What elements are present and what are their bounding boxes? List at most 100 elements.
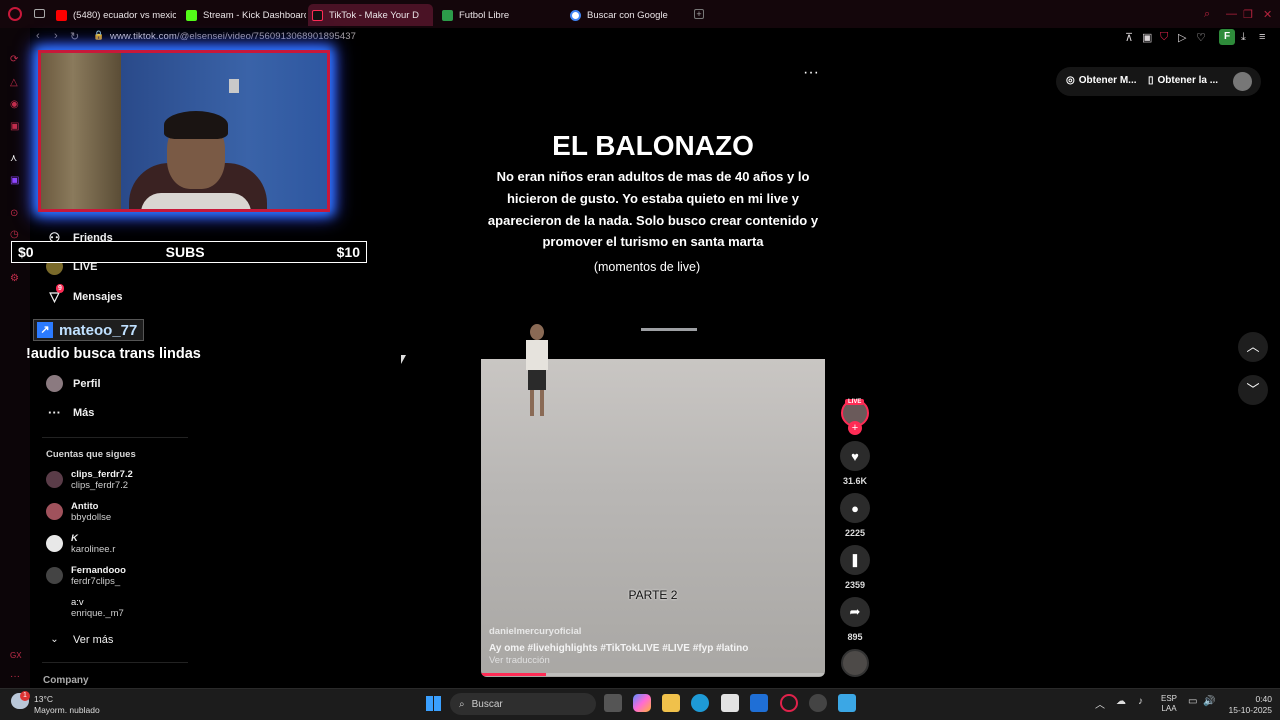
play-icon[interactable]: ▷	[1178, 31, 1186, 44]
taskbar-search[interactable]: ⌕ Buscar	[450, 693, 596, 715]
settings-icon[interactable]: ⚙	[10, 273, 19, 284]
nav-more[interactable]: ··· Más	[46, 404, 94, 421]
url-text[interactable]: www.tiktok.com/@elsensei/video/756091306…	[110, 31, 356, 42]
video-player[interactable]: ··· EL BALONAZO No eran niños eran adult…	[481, 62, 825, 677]
profile-avatar[interactable]: F	[1219, 29, 1235, 45]
reload-icon[interactable]: ↻	[70, 30, 79, 43]
minimize-icon[interactable]: —	[1226, 8, 1237, 20]
tray-chevron-icon[interactable]: ︿	[1095, 696, 1105, 711]
tab-manager-icon[interactable]	[34, 9, 45, 18]
restore-icon[interactable]: ❐	[1243, 8, 1253, 21]
get-coins-button[interactable]: ◎ Obtener M...	[1066, 75, 1137, 86]
menu-icon[interactable]: ≡	[1259, 31, 1265, 43]
volume-icon[interactable]: 🔊	[1203, 696, 1215, 707]
app-f-icon[interactable]	[838, 694, 856, 712]
nav-profile[interactable]: Perfil	[46, 375, 101, 392]
sound-avatar[interactable]	[841, 649, 869, 677]
account-name: clips_ferdr7.2	[71, 469, 133, 480]
display-icon[interactable]: ▭	[1188, 696, 1197, 707]
chat-username-badge: ↗ mateoo_77	[33, 319, 145, 341]
account-avatar	[46, 567, 63, 584]
aria-icon[interactable]: △	[10, 77, 18, 88]
account-avatar	[46, 471, 63, 488]
tab-kick[interactable]: Stream - Kick Dashboard	[182, 4, 306, 26]
company-link[interactable]: Company	[43, 675, 89, 686]
tiktok-icon	[312, 9, 323, 21]
edge-icon[interactable]	[691, 694, 709, 712]
see-translation-link[interactable]: Ver traducción	[489, 655, 550, 666]
file-explorer-icon[interactable]	[662, 694, 680, 712]
copilot-icon[interactable]	[633, 694, 651, 712]
comment-button[interactable]: ●	[840, 493, 870, 523]
like-button[interactable]: ♥	[840, 441, 870, 471]
get-app-button[interactable]: ▯ Obtener la ...	[1148, 75, 1218, 86]
follow-plus-icon[interactable]: +	[848, 421, 862, 435]
save-button[interactable]: ❚	[840, 545, 870, 575]
close-icon[interactable]: ✕	[1263, 8, 1272, 21]
tab-futbol[interactable]: Futbol Libre	[438, 4, 562, 26]
snapshot-icon[interactable]: ▣	[1142, 31, 1152, 44]
messenger-icon[interactable]: ◉	[10, 99, 19, 110]
search-tabs-icon[interactable]: ⌕	[1204, 8, 1210, 21]
scroll-up-button[interactable]: ︿	[1238, 332, 1268, 362]
vpn-shield-icon[interactable]: ⛉	[1160, 31, 1168, 44]
store-icon[interactable]	[721, 694, 739, 712]
heart-icon: ♥	[851, 448, 859, 464]
following-account[interactable]: a:v enrique._m7	[46, 597, 124, 620]
download-icon[interactable]: ⤓	[1241, 31, 1246, 44]
likes-count: 31.6K	[842, 476, 868, 486]
back-icon[interactable]: ‹	[36, 30, 40, 42]
comment-icon: ●	[851, 500, 859, 516]
twitch-icon[interactable]: ▣	[10, 175, 19, 186]
new-tab-icon[interactable]: +	[694, 9, 704, 19]
refresh-panel-icon[interactable]: ⟳	[10, 54, 18, 65]
user-avatar[interactable]	[1233, 72, 1252, 91]
video-more-options-icon[interactable]: ···	[803, 64, 819, 82]
tray-cloud-icon[interactable]: ☁	[1116, 696, 1126, 707]
account-name: Antito	[71, 501, 99, 512]
tab-google[interactable]: Buscar con Google	[566, 4, 690, 26]
scroll-down-button[interactable]: ﹀	[1238, 375, 1268, 405]
following-account[interactable]: clips_ferdr7.2 clips_ferdr7.2	[46, 469, 133, 492]
app-icon[interactable]	[750, 694, 768, 712]
nav-more-label: Más	[73, 406, 95, 419]
kick-icon	[186, 9, 197, 21]
comments-count: 2225	[844, 528, 866, 538]
search-icon: ⌕	[459, 698, 465, 710]
news-icon[interactable]: ▣	[10, 121, 19, 132]
share-button[interactable]: ➦	[840, 597, 870, 627]
nav-messages[interactable]: ▽ 9 Mensajes	[46, 284, 123, 305]
pin-icon[interactable]: ⊼	[1125, 31, 1133, 44]
chevron-down-icon: ⌄	[50, 634, 59, 645]
obs-icon[interactable]	[809, 694, 827, 712]
forward-icon[interactable]: ›	[54, 30, 58, 42]
weather-desc: Mayorm. nublado	[34, 705, 100, 715]
following-account[interactable]: Fernandooo ferdr7clips_	[46, 565, 126, 588]
see-more-button[interactable]: ⌄ Ver más	[46, 631, 113, 648]
heart-outline-icon[interactable]: ♡	[1196, 31, 1206, 44]
futbol-icon	[442, 9, 453, 21]
gx-icon[interactable]: GX	[10, 651, 22, 660]
messages-icon: ▽ 9	[49, 284, 64, 304]
following-account[interactable]: Kkarolinee.r	[46, 533, 115, 556]
player-icon[interactable]: ⊙	[10, 208, 18, 219]
task-view-icon[interactable]	[604, 694, 622, 712]
microphone-icon[interactable]: ♪	[1138, 696, 1143, 707]
video-author[interactable]: danielmercuryoficial	[489, 626, 581, 637]
history-icon[interactable]: ◷	[10, 229, 19, 240]
more-panels-icon[interactable]: ···	[10, 671, 20, 682]
tab-tiktok[interactable]: TikTok - Make Your D	[308, 4, 433, 26]
tab-youtube[interactable]: (5480) ecuador vs mexico	[52, 4, 176, 26]
language-indicator[interactable]: ESP LAA	[1161, 694, 1177, 714]
kick-sidebar-icon[interactable]: ⋏	[10, 153, 17, 164]
following-account[interactable]: Antito bbydollse	[46, 501, 111, 524]
video-child-figure	[523, 324, 551, 424]
webcam-shirt	[141, 193, 251, 209]
shares-count: 895	[847, 632, 863, 642]
account-avatar	[46, 503, 63, 520]
video-progress-track[interactable]	[481, 673, 825, 676]
clock[interactable]: 0:40 15-10-2025	[1222, 694, 1272, 716]
windows-start-icon[interactable]	[426, 696, 441, 711]
opera-logo-icon[interactable]	[8, 7, 22, 21]
opera-gx-taskbar-icon[interactable]	[780, 694, 798, 712]
